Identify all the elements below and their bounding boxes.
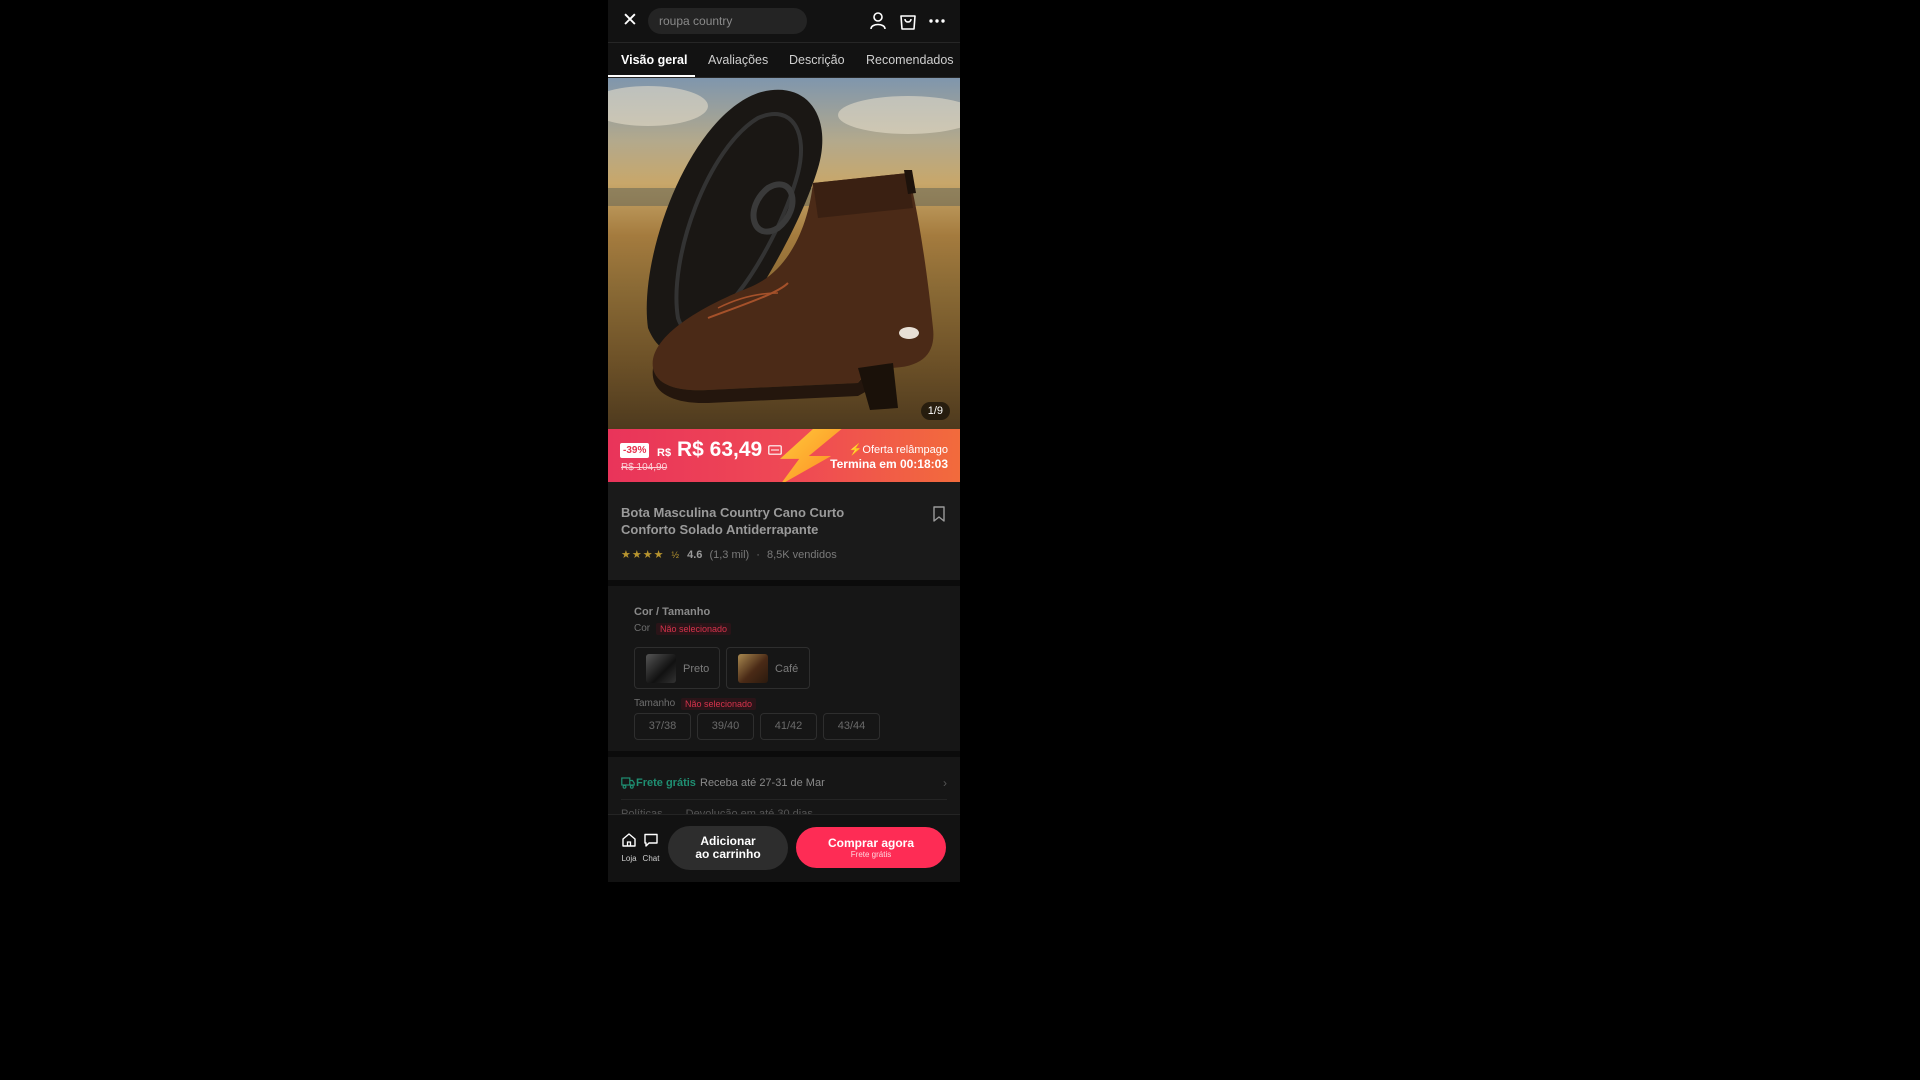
product-image[interactable]: 1/9 [608, 78, 960, 429]
search-input[interactable]: roupa country [648, 8, 807, 34]
lightning-graphic [780, 429, 844, 482]
size-option[interactable]: 43/44 [823, 713, 880, 740]
top-bar: ✕ roupa country [608, 0, 960, 42]
chat-label: Chat [642, 854, 660, 863]
truck-icon [621, 777, 635, 789]
search-input-value[interactable]: roupa country [659, 14, 732, 28]
original-price: R$ 104,90 [621, 462, 668, 473]
lightning-icon: ⚡ [848, 444, 863, 456]
color-label: Cor [634, 623, 651, 634]
separator-dot: · [756, 549, 760, 561]
profile-icon[interactable] [869, 11, 887, 31]
color-option-label: Café [775, 663, 799, 675]
size-option[interactable]: 39/40 [697, 713, 754, 740]
free-shipping-label: Frete grátis [636, 777, 696, 789]
flash-sale-label: ⚡Oferta relâmpago [848, 444, 948, 456]
rating-row[interactable]: ★★★★ ½ 4.6 (1,3 mil) · 8,5K vendidos [621, 548, 837, 561]
cart-icon[interactable] [899, 11, 917, 31]
add-to-cart-label-line2: ao carrinho [695, 847, 761, 861]
color-option-preto[interactable]: Preto [634, 647, 720, 689]
image-counter: 1/9 [920, 402, 950, 420]
tab-recommended[interactable]: Recomendados [866, 53, 954, 67]
coupon-icon[interactable] [768, 445, 782, 455]
buy-now-button[interactable]: Comprar agora Frete grátis [796, 827, 946, 868]
buy-now-label: Comprar agora [827, 836, 915, 850]
shop-button[interactable]: Loja [618, 832, 640, 866]
rating-score: 4.6 [687, 549, 703, 561]
buy-now-sublabel: Frete grátis [850, 850, 892, 859]
color-status-badge: Não selecionado [656, 623, 732, 635]
chevron-right-icon: › [943, 776, 947, 790]
product-title: Bota Masculina Country Cano Curto Confor… [621, 505, 845, 537]
boot-illustration [646, 89, 934, 410]
flash-sale-timer: Termina em 00:18:03 [830, 457, 948, 471]
variation-selector: Cor / Tamanho Cor Não selecionado Preto … [608, 586, 960, 751]
size-option[interactable]: 37/38 [634, 713, 691, 740]
tab-description[interactable]: Descrição [789, 53, 845, 67]
color-thumbnail [646, 654, 676, 683]
bookmark-icon[interactable] [932, 506, 946, 522]
color-option-cafe[interactable]: Café [726, 647, 810, 689]
size-label: Tamanho [634, 698, 676, 709]
tab-bar: Visão geral Avaliações Descrição Recomen… [608, 42, 960, 78]
chat-button[interactable]: Chat [640, 832, 662, 866]
shipping-section: Frete grátis Receba até 27-31 de Mar › P… [608, 757, 960, 820]
color-thumbnail [738, 654, 768, 683]
size-option[interactable]: 41/42 [760, 713, 817, 740]
flash-sale-banner: -39% R$ R$ 63,49 R$ 104,90 ⚡Oferta relâm… [608, 429, 960, 482]
size-status-badge: Não selecionado [681, 698, 757, 710]
color-option-label: Preto [683, 663, 710, 675]
product-page: ✕ roupa country Visão geral Avaliações D… [608, 0, 960, 882]
variation-title: Cor / Tamanho [634, 606, 711, 618]
star-rating-icon: ★★★★ [621, 549, 665, 561]
close-icon[interactable]: ✕ [622, 11, 638, 31]
sold-count: 8,5K vendidos [766, 549, 837, 561]
home-icon [622, 833, 636, 847]
chat-icon [644, 833, 658, 847]
discount-badge: -39% [620, 443, 650, 458]
delivery-estimate: Receba até 27-31 de Mar [700, 777, 825, 789]
tab-reviews[interactable]: Avaliações [708, 53, 768, 67]
shipping-row[interactable]: Frete grátis Receba até 27-31 de Mar › [621, 776, 947, 800]
review-count: (1,3 mil) [709, 549, 750, 561]
tab-active-indicator [608, 75, 695, 77]
shop-label: Loja [621, 854, 637, 863]
half-star-icon: ½ [671, 550, 681, 560]
add-to-cart-button[interactable]: Adicionar ao carrinho [668, 826, 788, 870]
bottom-action-bar: Loja Chat Adicionar ao carrinho Comprar … [608, 814, 960, 882]
more-icon[interactable] [928, 11, 946, 31]
currency-symbol: R$ [657, 447, 672, 459]
current-price: R$ 63,49 [677, 438, 763, 461]
tab-overview[interactable]: Visão geral [621, 53, 687, 67]
product-info: Bota Masculina Country Cano Curto Confor… [608, 482, 960, 580]
